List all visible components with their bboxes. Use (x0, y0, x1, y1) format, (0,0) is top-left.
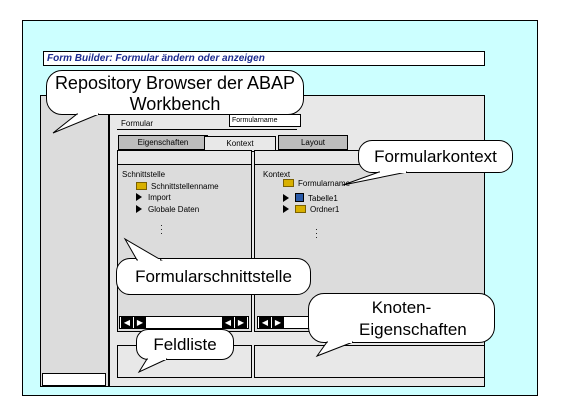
callout-repository-browser: Repository Browser der ABAP Workbench (46, 70, 304, 134)
callout-schnittstelle-text: Formularschnittstelle (135, 267, 292, 286)
more-dots-icon: · · · (315, 224, 318, 242)
expand-triangle-icon (283, 194, 289, 202)
context-item[interactable]: Ordner1 (283, 205, 339, 215)
context-item[interactable]: Tabelle1 (283, 193, 338, 204)
window-title: Form Builder: Formular ändern oder anzei… (43, 51, 485, 66)
callout-formularkontext: Formularkontext (342, 140, 513, 186)
interface-pane-title: Schnittstelle (122, 170, 166, 179)
interface-item[interactable]: Schnittstellenname (136, 182, 219, 192)
context-item[interactable]: Formularname (283, 179, 350, 189)
expand-triangle-icon (283, 205, 289, 213)
folder-icon (283, 179, 294, 187)
callout-feldliste: Feldliste (136, 329, 234, 374)
expand-triangle-icon (136, 193, 142, 201)
callout-feldliste-text: Feldliste (153, 335, 217, 354)
callout-formularschnittstelle: Formularschnittstelle (116, 237, 311, 295)
interface-item[interactable]: Globale Daten (136, 205, 199, 215)
interface-pane-header-bar (118, 151, 251, 165)
expand-triangle-icon (136, 205, 142, 213)
interface-item[interactable]: Import (136, 193, 171, 203)
callout-formularkontext-text: Formularkontext (374, 147, 497, 166)
table-icon (295, 193, 304, 202)
more-dots-icon: · · · (160, 220, 163, 238)
folder-icon (136, 182, 147, 190)
folder-icon (295, 205, 306, 213)
repository-browser-status (42, 373, 106, 386)
callout-knoten-eigenschaften: Knoten-Eigenschaften (308, 293, 495, 358)
